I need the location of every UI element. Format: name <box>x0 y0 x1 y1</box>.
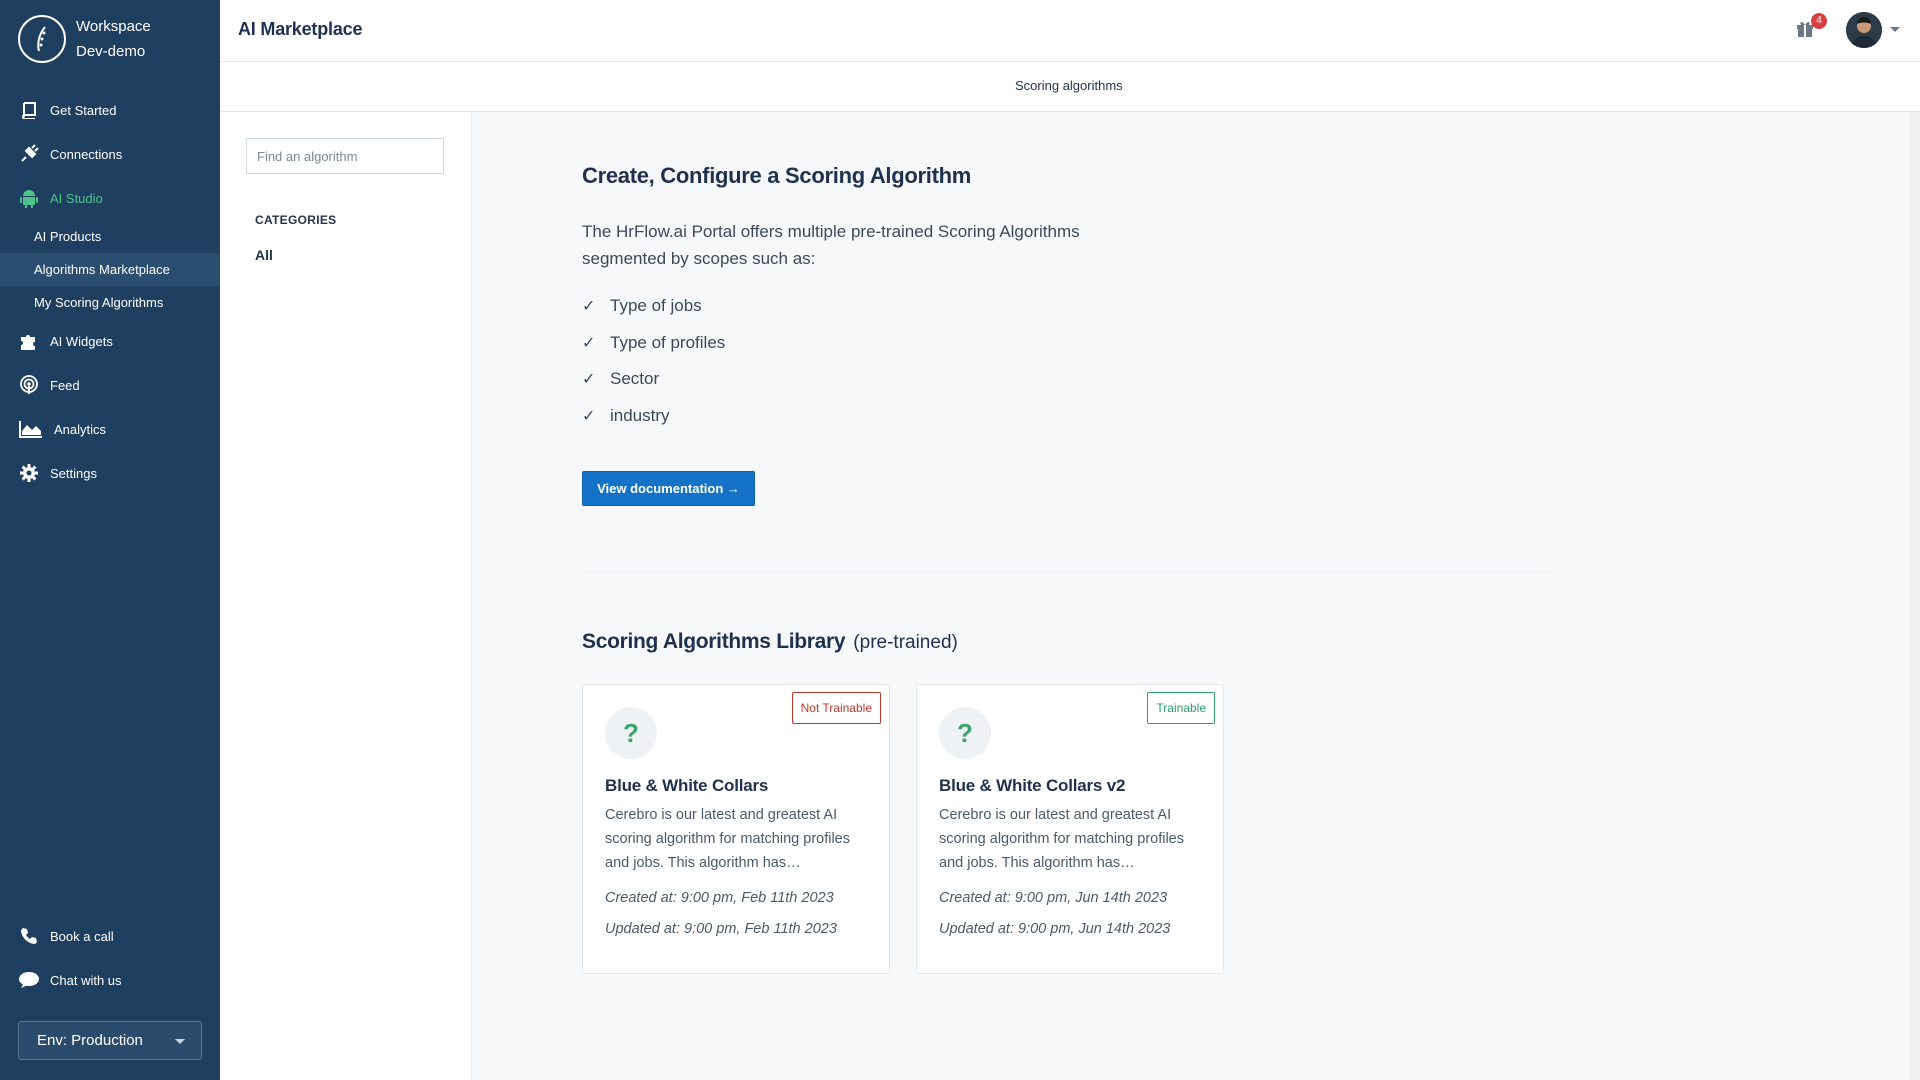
sidebar-item-label: Get Started <box>50 102 117 118</box>
sidebar-subitem-ai-products[interactable]: AI Products <box>0 220 220 253</box>
check-icon: ✓ <box>582 371 596 389</box>
gear-icon <box>18 462 40 484</box>
categories-heading: CATEGORIES <box>255 213 337 227</box>
created-date: Created at: 9:00 pm, Jun 14th 2023 <box>939 890 1168 906</box>
logo-mark-icon <box>37 26 46 52</box>
algorithm-name: Blue & White Collars v2 <box>939 776 1126 795</box>
updated-date: Updated at: 9:00 pm, Feb 11th 2023 <box>605 921 837 937</box>
sidebar-item-settings[interactable]: Settings <box>0 451 220 495</box>
hrflow-logo <box>18 15 66 63</box>
book-a-call-label: Book a call <box>50 928 114 944</box>
phone-icon <box>18 925 40 947</box>
page-title: AI Marketplace <box>238 19 363 39</box>
scrollbar[interactable] <box>1910 112 1920 1080</box>
notification-badge: 4 <box>1811 13 1827 29</box>
sidebar: Workspace Dev-demo Get Started Connectio… <box>0 0 220 1080</box>
library-heading: Scoring Algorithms Library (pre-trained) <box>582 630 958 654</box>
podcast-icon <box>18 374 40 396</box>
workspace-switcher[interactable]: Workspace Dev-demo <box>18 14 151 64</box>
library-subtitle: (pre-trained) <box>853 632 958 653</box>
sidebar-subitem-algorithms-marketplace[interactable]: Algorithms Marketplace <box>0 253 220 286</box>
avatar[interactable] <box>1846 12 1882 48</box>
library-title: Scoring Algorithms Library <box>582 630 846 653</box>
sidebar-item-label: Connections <box>50 146 123 162</box>
workspace-label: Workspace <box>76 18 151 35</box>
search-input[interactable] <box>246 138 444 174</box>
list-item: ✓ Sector <box>582 361 725 398</box>
scope-list: ✓ Type of jobs ✓ Type of profiles ✓ Sector … <box>582 288 725 434</box>
scope-label: industry <box>610 405 670 425</box>
scope-label: Type of jobs <box>610 296 702 316</box>
algorithm-card[interactable]: ? Not Trainable Blue & White Collars Cer… <box>582 684 890 974</box>
status-badge: Not Trainable <box>791 692 881 724</box>
android-icon <box>18 187 40 209</box>
scope-label: Sector <box>610 369 660 389</box>
plug-icon <box>18 143 40 165</box>
category-all[interactable]: All <box>255 247 273 263</box>
chevron-down-icon <box>175 1039 185 1044</box>
section-title: Create, Configure a Scoring Algorithm <box>582 163 972 188</box>
sidebar-item-ai-studio[interactable]: AI Studio <box>0 176 220 220</box>
puzzle-icon <box>18 330 40 352</box>
tab-scoring-algorithms[interactable]: Scoring algorithms <box>1015 78 1123 93</box>
sidebar-item-analytics[interactable]: Analytics <box>0 407 220 451</box>
chat-icon <box>18 969 40 991</box>
check-icon: ✓ <box>582 407 596 425</box>
sidebar-item-feed[interactable]: Feed <box>0 363 220 407</box>
sidebar-item-label: AI Widgets <box>50 333 113 349</box>
check-icon: ✓ <box>582 334 596 352</box>
user-avatar-icon <box>1846 12 1882 48</box>
chevron-down-icon[interactable] <box>1890 27 1900 32</box>
sidebar-item-connections[interactable]: Connections <box>0 132 220 176</box>
top-bar: AI Marketplace 4 <box>220 0 1920 62</box>
check-icon: ✓ <box>582 298 596 316</box>
sidebar-item-ai-widgets[interactable]: AI Widgets <box>0 319 220 363</box>
question-icon: ? <box>939 707 991 759</box>
chat-with-us-label: Chat with us <box>50 972 122 988</box>
sidebar-item-label: Analytics <box>54 421 107 437</box>
sidebar-item-label: Feed <box>50 377 80 393</box>
chat-with-us-link[interactable]: Chat with us <box>0 958 220 1002</box>
sidebar-item-label: Settings <box>50 465 97 481</box>
filter-panel: CATEGORIES All <box>220 112 472 1080</box>
area-chart-icon <box>18 418 44 440</box>
sidebar-item-get-started[interactable]: Get Started <box>0 88 220 132</box>
algorithm-card[interactable]: ? Trainable Blue & White Collars v2 Cere… <box>916 684 1224 974</box>
book-icon <box>18 99 40 121</box>
list-item: ✓ industry <box>582 398 725 435</box>
book-a-call-link[interactable]: Book a call <box>0 914 220 958</box>
algorithm-description: Cerebro is our latest and greatest AI sc… <box>939 807 1184 871</box>
algorithm-description: Cerebro is our latest and greatest AI sc… <box>605 807 850 871</box>
status-badge: Trainable <box>1147 692 1215 724</box>
updated-date: Updated at: 9:00 pm, Jun 14th 2023 <box>939 921 1171 937</box>
sidebar-subitem-my-scoring-algorithms[interactable]: My Scoring Algorithms <box>0 286 220 319</box>
sidebar-item-label: AI Studio <box>50 190 103 206</box>
list-item: ✓ Type of profiles <box>582 325 725 362</box>
divider <box>582 572 1550 573</box>
environment-select[interactable]: Env: Production <box>18 1021 202 1060</box>
created-date: Created at: 9:00 pm, Feb 11th 2023 <box>605 890 834 906</box>
sub-header: Scoring algorithms <box>220 62 1920 112</box>
question-icon: ? <box>605 707 657 759</box>
workspace-name: Dev-demo <box>76 43 146 60</box>
intro-text: The HrFlow.ai Portal offers multiple pre… <box>582 222 1080 268</box>
main-content: Create, Configure a Scoring Algorithm Th… <box>472 112 1920 1080</box>
view-documentation-button[interactable]: View documentation → <box>582 471 755 506</box>
scope-label: Type of profiles <box>610 332 726 352</box>
list-item: ✓ Type of jobs <box>582 288 725 325</box>
environment-label: Env: Production <box>37 1032 143 1049</box>
algorithm-name: Blue & White Collars <box>605 776 769 795</box>
